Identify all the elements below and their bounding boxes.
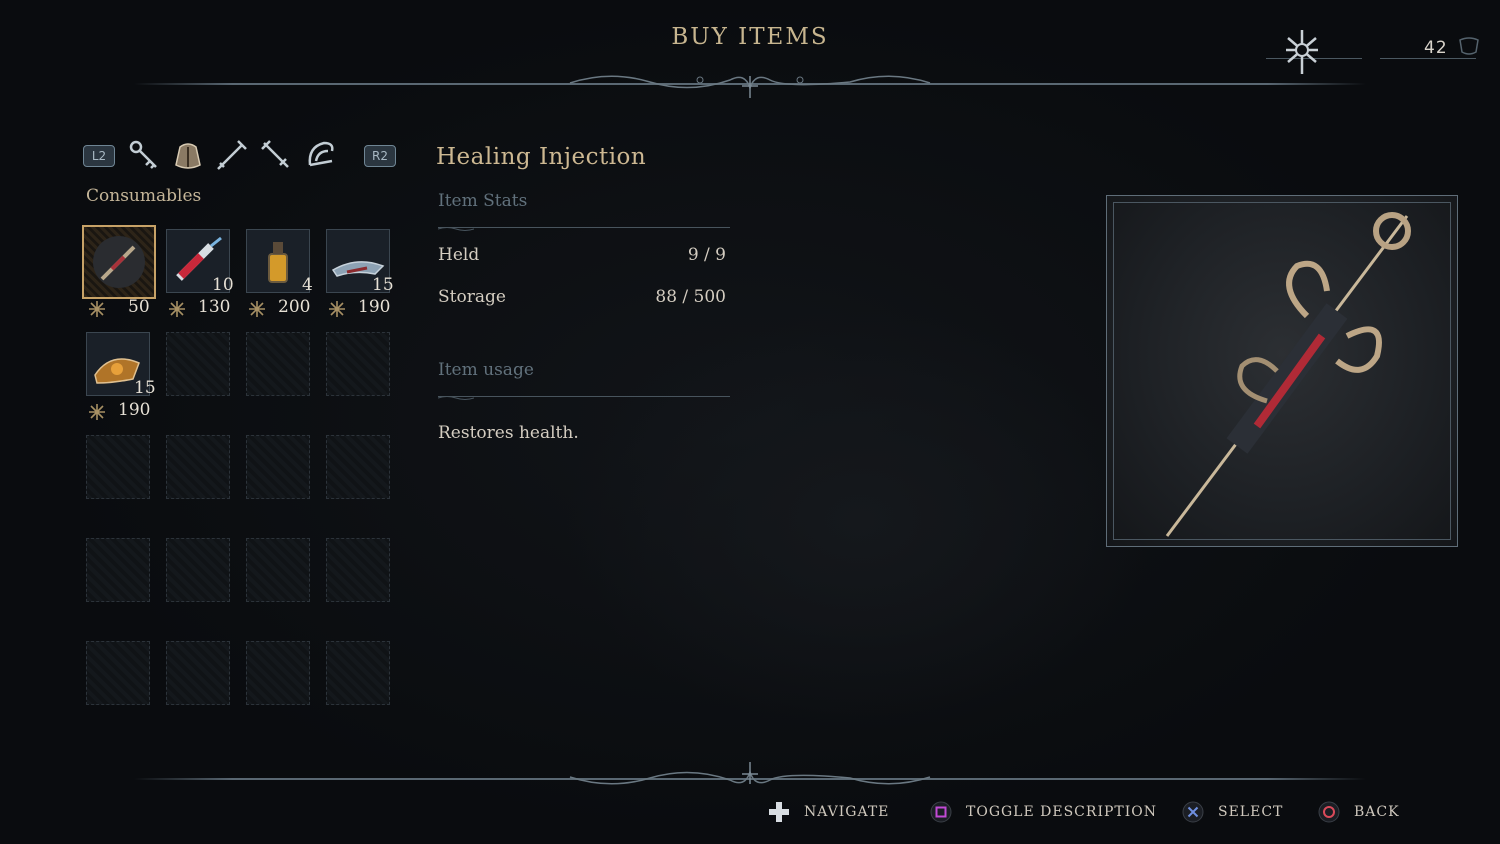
item-slot-empty[interactable] — [246, 332, 310, 396]
item-slot-empty[interactable] — [246, 435, 310, 499]
item-slot-empty[interactable] — [326, 332, 390, 396]
usage-divider-ornament — [438, 396, 474, 400]
item-slot-empty[interactable] — [246, 538, 310, 602]
held-label: Held — [438, 245, 480, 265]
item-price: 200 — [278, 297, 311, 317]
storage-row: Storage 88 / 500 — [438, 287, 726, 307]
square-button-icon — [930, 801, 952, 823]
item-slot-empty[interactable] — [166, 332, 230, 396]
item-slot-empty[interactable] — [86, 641, 150, 705]
item-price: 190 — [118, 400, 151, 420]
currency-amount: 42 — [1424, 38, 1448, 58]
hint-back[interactable]: BACK — [1318, 798, 1400, 826]
circle-button-icon — [1318, 801, 1340, 823]
cross-button-icon — [1182, 801, 1204, 823]
item-qty: 10 — [212, 275, 234, 295]
item-name: Healing Injection — [436, 144, 647, 170]
storage-label: Storage — [438, 287, 506, 307]
item-slot-empty[interactable] — [166, 538, 230, 602]
top-ornament — [569, 75, 931, 98]
item-slot-empty[interactable] — [326, 435, 390, 499]
item-slot-empty[interactable] — [86, 435, 150, 499]
hint-back-label: BACK — [1354, 804, 1400, 820]
held-row: Held 9 / 9 — [438, 245, 726, 265]
hint-select[interactable]: SELECT — [1182, 798, 1283, 826]
claw-icon[interactable] — [302, 137, 338, 173]
item-slot-empty[interactable] — [246, 641, 310, 705]
item-preview — [1106, 195, 1458, 547]
currency-cap-ornament — [1459, 37, 1479, 55]
item-qty: 4 — [302, 275, 313, 295]
item-price: 50 — [128, 297, 150, 317]
item-price: 130 — [198, 297, 231, 317]
currency-display: 42 — [1262, 30, 1482, 74]
stats-divider-ornament — [438, 227, 474, 231]
healing-injection-icon — [93, 236, 145, 288]
item-slot-empty[interactable] — [326, 538, 390, 602]
currency-icon — [89, 404, 105, 420]
hint-toggle-label: TOGGLE DESCRIPTION — [966, 804, 1157, 820]
currency-icon — [329, 301, 345, 317]
item-slot-empty[interactable] — [166, 435, 230, 499]
sword-icon[interactable] — [214, 137, 250, 173]
item-slot-elixir-bottle[interactable] — [246, 229, 310, 293]
hint-toggle-description[interactable]: TOGGLE DESCRIPTION — [930, 798, 1157, 826]
item-price: 190 — [358, 297, 391, 317]
item-grid: 10 4 15 50 130 200 190 15 190 — [82, 225, 402, 725]
item-slot-empty[interactable] — [166, 641, 230, 705]
hint-select-label: SELECT — [1218, 804, 1284, 820]
bottom-ornament — [569, 762, 931, 785]
category-label: Consumables — [86, 186, 202, 206]
pouch-icon[interactable] — [170, 137, 206, 173]
item-usage-heading: Item usage — [438, 360, 534, 380]
item-slot-empty[interactable] — [326, 641, 390, 705]
held-value: 9 / 9 — [687, 245, 726, 265]
button-hints: NAVIGATE TOGGLE DESCRIPTION SELECT BACK — [760, 798, 1460, 826]
storage-value: 88 / 500 — [655, 287, 726, 307]
currency-icon — [169, 301, 185, 317]
usage-divider — [438, 396, 730, 397]
category-tabs: L2 R2 — [82, 137, 402, 175]
currency-icon — [89, 301, 105, 317]
tab-next-button[interactable]: R2 — [364, 145, 396, 167]
syringe-icon[interactable] — [258, 137, 294, 173]
stats-divider — [438, 227, 730, 228]
hint-navigate-label: NAVIGATE — [804, 804, 890, 820]
item-qty: 15 — [372, 275, 394, 295]
dpad-icon — [769, 802, 789, 822]
item-slot-empty[interactable] — [86, 538, 150, 602]
key-icon[interactable] — [126, 137, 162, 173]
item-description: Restores health. — [438, 423, 579, 443]
item-qty: 15 — [134, 378, 156, 398]
tab-prev-button[interactable]: L2 — [83, 145, 115, 167]
bone-emblem-icon — [1286, 30, 1318, 74]
elixir-bottle-icon — [268, 242, 288, 283]
hint-navigate[interactable]: NAVIGATE — [768, 798, 889, 826]
item-slot-healing-injection[interactable] — [82, 225, 156, 299]
currency-icon — [249, 301, 265, 317]
item-stats-heading: Item Stats — [438, 191, 528, 211]
